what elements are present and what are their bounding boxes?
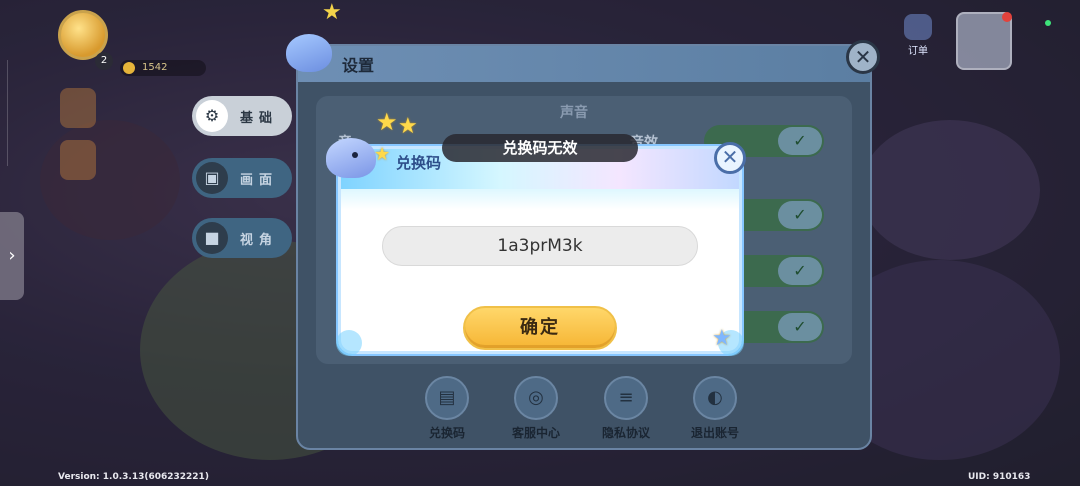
- book-icon[interactable]: [60, 88, 96, 128]
- version-text: Version: 1.0.3.13(606232221): [58, 472, 209, 482]
- star-icon: ★: [712, 326, 732, 351]
- logout-label: 退出账号: [690, 426, 739, 440]
- redeem-code-label: 兑换码: [428, 426, 465, 440]
- star-icon: ★: [376, 108, 398, 136]
- star-icon: ★: [398, 114, 418, 139]
- check-icon: ✓: [778, 313, 822, 341]
- customer-service-label: 客服中心: [511, 426, 560, 440]
- quest-icon[interactable]: [60, 140, 96, 180]
- customer-service-action[interactable]: ◎ 客服中心: [501, 376, 571, 442]
- logout-action[interactable]: ◐ 退出账号: [680, 376, 750, 442]
- redeem-code-action[interactable]: ▤ 兑换码: [412, 376, 482, 442]
- redeem-close-button[interactable]: ✕: [714, 142, 746, 174]
- redeem-dialog-title: 兑换码: [396, 154, 442, 172]
- status-dot: [1045, 20, 1051, 26]
- side-divider: [0, 60, 8, 166]
- tab-basic[interactable]: ⚙ 基础: [192, 96, 292, 136]
- ticket-icon: ▤: [425, 376, 469, 420]
- notification-dot: [1002, 12, 1012, 22]
- whale-eye: [352, 152, 358, 158]
- uid-text: UID: 910163: [968, 472, 1031, 482]
- privacy-policy-label: 隐私协议: [601, 426, 650, 440]
- whale-icon: [286, 34, 332, 72]
- invalid-code-toast: 兑换码无效: [442, 134, 638, 162]
- coin-icon: [123, 62, 135, 74]
- tab-camera-label: 视角: [240, 233, 279, 248]
- gear-icon: ⚙: [196, 100, 228, 132]
- tab-basic-label: 基础: [240, 111, 279, 126]
- settings-title: 设置: [342, 56, 375, 75]
- section-sound-label: 声音: [560, 105, 588, 121]
- tab-graphics[interactable]: ▣ 画面: [192, 158, 292, 198]
- close-icon: ✕: [854, 45, 872, 69]
- privacy-policy-action[interactable]: ≡ 隐私协议: [591, 376, 661, 442]
- chevron-right-icon: ›: [8, 245, 16, 266]
- side-drawer-toggle[interactable]: ›: [0, 212, 24, 300]
- headset-icon: ◎: [514, 376, 558, 420]
- orders-label: 订单: [908, 46, 928, 57]
- redeem-code-input[interactable]: 1a3prM3k: [382, 226, 698, 266]
- close-icon: ✕: [721, 145, 739, 169]
- whale-icon: [326, 138, 376, 178]
- camera-icon: ■: [196, 222, 228, 254]
- settings-close-button[interactable]: ✕: [846, 40, 880, 74]
- coin-value: 1542: [142, 62, 168, 73]
- confirm-button[interactable]: 确定: [463, 306, 617, 350]
- bubble-decoration: [336, 330, 362, 356]
- tab-camera[interactable]: ■ 视角: [192, 218, 292, 258]
- tab-graphics-label: 画面: [240, 173, 279, 188]
- settings-header: 设置: [298, 46, 870, 82]
- document-icon: ≡: [604, 376, 648, 420]
- logout-icon: ◐: [693, 376, 737, 420]
- avatar-level-badge: 2: [95, 52, 113, 70]
- star-icon: ★: [322, 0, 342, 25]
- picture-icon: ▣: [196, 162, 228, 194]
- star-icon: ★: [374, 144, 391, 165]
- check-icon: ✓: [778, 201, 822, 229]
- check-icon: ✓: [778, 127, 822, 155]
- coin-counter: 1542: [120, 60, 206, 76]
- orders-button[interactable]: 订单: [898, 12, 938, 57]
- check-icon: ✓: [778, 257, 822, 285]
